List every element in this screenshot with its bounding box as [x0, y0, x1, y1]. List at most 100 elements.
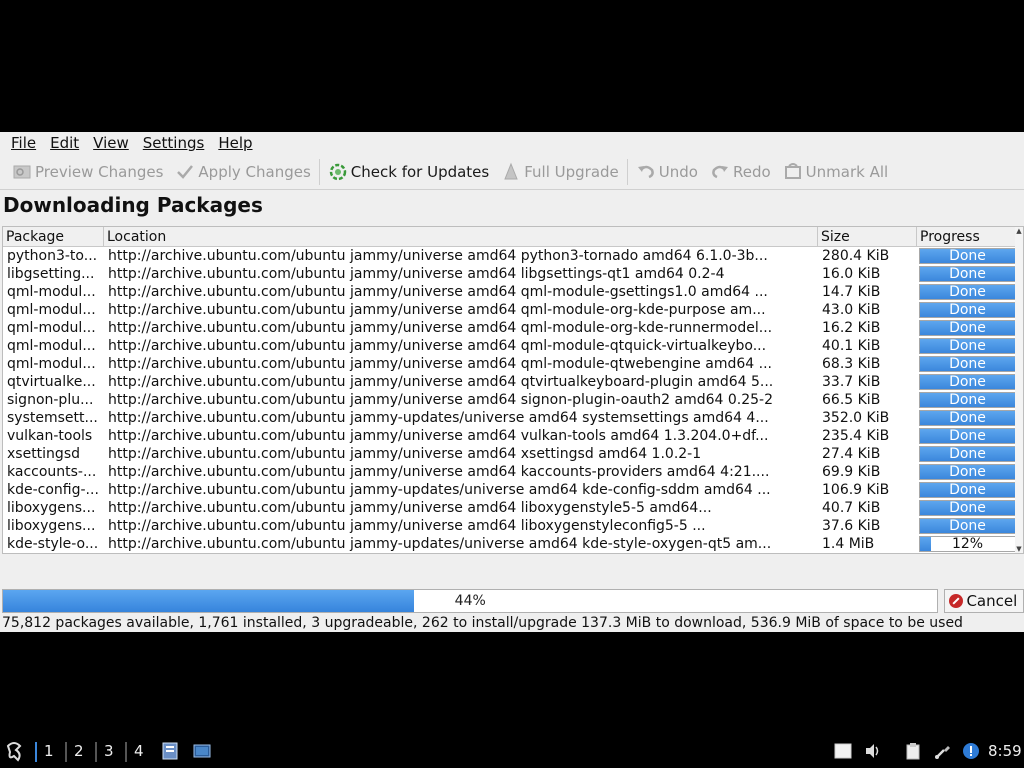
package-location: http://archive.ubuntu.com/ubuntu jammy-u…	[108, 536, 772, 552]
menu-file[interactable]: File	[4, 132, 43, 154]
column-header-progress[interactable]: Progress	[917, 227, 1018, 247]
taskbar: 1 2 3 4 8:59	[0, 734, 1024, 768]
menu-file-label: File	[11, 134, 37, 152]
package-location: http://archive.ubuntu.com/ubuntu jammy-u…	[108, 410, 769, 426]
package-location: http://archive.ubuntu.com/ubuntu jammy/u…	[108, 320, 773, 336]
terminal-icon[interactable]	[193, 742, 211, 760]
package-progress: Done	[917, 517, 1018, 535]
vertical-scrollbar[interactable]: ▲ ▼	[1015, 227, 1023, 553]
package-progress-bar: Done	[919, 284, 1016, 300]
clipboard-icon[interactable]	[904, 742, 922, 760]
status-bar: 75,812 packages available, 1,761 install…	[2, 615, 963, 631]
table-row[interactable]: systemsett... http://archive.ubuntu.com/u…	[3, 409, 1023, 427]
table-row[interactable]: kaccounts-... http://archive.ubuntu.com/u…	[3, 463, 1023, 481]
undo-label: Undo	[658, 162, 698, 181]
workspace-3[interactable]: 3	[104, 734, 114, 768]
start-menu-icon[interactable]	[4, 734, 28, 768]
package-progress-label: Done	[949, 464, 986, 480]
table-row[interactable]: qml-modul... http://archive.ubuntu.com/ub…	[3, 337, 1023, 355]
package-size: 16.2 KiB	[822, 320, 881, 336]
package-progress-label: Done	[949, 302, 986, 318]
network-icon[interactable]	[934, 742, 952, 760]
package-name: python3-to...	[7, 248, 98, 264]
menu-settings[interactable]: Settings	[136, 132, 212, 154]
table-row[interactable]: vulkan-tools http://archive.ubuntu.com/ub…	[3, 427, 1023, 445]
check-for-updates-button[interactable]: Check for Updates	[322, 158, 495, 186]
page-title: Downloading Packages	[3, 193, 263, 217]
column-header-size[interactable]: Size	[818, 227, 917, 247]
package-progress: Done	[917, 409, 1018, 427]
file-manager-icon[interactable]	[161, 742, 179, 760]
menu-view[interactable]: View	[86, 132, 136, 154]
package-progress-bar: Done	[919, 374, 1016, 390]
package-name: qml-modul...	[7, 284, 96, 300]
workspace-4[interactable]: 4	[134, 734, 144, 768]
overall-progress-bar: 44%	[2, 589, 939, 613]
preview-changes-button[interactable]: Preview Changes	[6, 158, 169, 186]
table-row[interactable]: kde-config-... http://archive.ubuntu.com/…	[3, 481, 1023, 499]
table-row[interactable]: qml-modul... http://archive.ubuntu.com/ub…	[3, 319, 1023, 337]
window-icon[interactable]	[834, 742, 852, 760]
undo-icon	[636, 162, 656, 182]
package-progress-bar: Done	[919, 446, 1016, 462]
cancel-button[interactable]: Cancel	[944, 589, 1024, 613]
scroll-up-arrow-icon[interactable]: ▲	[1015, 227, 1023, 235]
menu-settings-label: Settings	[142, 134, 205, 152]
package-size: 40.7 KiB	[822, 500, 881, 516]
apply-changes-button[interactable]: Apply Changes	[169, 158, 316, 186]
package-progress-label: 12%	[951, 536, 984, 552]
package-progress: Done	[917, 247, 1018, 265]
package-size: 69.9 KiB	[822, 464, 881, 480]
table-row[interactable]: qml-modul... http://archive.ubuntu.com/ub…	[3, 283, 1023, 301]
table-row[interactable]: signon-plu... http://archive.ubuntu.com/u…	[3, 391, 1023, 409]
check-for-updates-label: Check for Updates	[350, 162, 490, 181]
package-location: http://archive.ubuntu.com/ubuntu jammy/u…	[108, 518, 706, 534]
table-row[interactable]: qml-modul... http://archive.ubuntu.com/ub…	[3, 301, 1023, 319]
package-location: http://archive.ubuntu.com/ubuntu jammy/u…	[108, 248, 768, 264]
clock: 8:59	[988, 742, 1022, 760]
table-row[interactable]: kde-style-o... http://archive.ubuntu.com/…	[3, 535, 1023, 553]
undo-button[interactable]: Undo	[630, 158, 704, 186]
menu-edit[interactable]: Edit	[43, 132, 86, 154]
package-progress-bar: Done	[919, 518, 1016, 534]
package-progress-bar: Done	[919, 302, 1016, 318]
package-progress-bar: Done	[919, 464, 1016, 480]
package-progress-label: Done	[949, 482, 986, 498]
table-row[interactable]: liboxygens... http://archive.ubuntu.com/u…	[3, 499, 1023, 517]
package-size: 106.9 KiB	[822, 482, 890, 498]
muon-package-manager-window: File Edit View Settings Help Preview Cha…	[0, 132, 1024, 632]
workspace-separator	[35, 742, 37, 762]
volume-icon[interactable]	[864, 742, 882, 760]
column-header-package[interactable]: Package	[3, 227, 104, 247]
workspace-2[interactable]: 2	[74, 734, 84, 768]
update-notifier-icon[interactable]	[962, 742, 980, 760]
package-size: 66.5 KiB	[822, 392, 881, 408]
package-location: http://archive.ubuntu.com/ubuntu jammy/u…	[108, 284, 768, 300]
package-location: http://archive.ubuntu.com/ubuntu jammy/u…	[108, 266, 725, 282]
table-row[interactable]: libgsetting... http://archive.ubuntu.com/…	[3, 265, 1023, 283]
redo-button[interactable]: Redo	[704, 158, 777, 186]
table-row[interactable]: qtvirtualke... http://archive.ubuntu.com/…	[3, 373, 1023, 391]
menu-help[interactable]: Help	[211, 132, 259, 154]
package-progress: Done	[917, 373, 1018, 391]
package-size: 280.4 KiB	[822, 248, 890, 264]
table-row[interactable]: qml-modul... http://archive.ubuntu.com/ub…	[3, 355, 1023, 373]
column-header-location[interactable]: Location	[104, 227, 818, 247]
full-upgrade-button[interactable]: Full Upgrade	[495, 158, 625, 186]
unmark-all-button[interactable]: Unmark All	[777, 158, 895, 186]
table-row[interactable]: liboxygens... http://archive.ubuntu.com/u…	[3, 517, 1023, 535]
package-name: qml-modul...	[7, 356, 96, 372]
package-name: liboxygens...	[7, 500, 96, 516]
table-header: Package Location Size Progress	[3, 227, 1023, 247]
toolbar: Preview Changes Apply Changes Check for …	[0, 154, 1024, 190]
upgrade-icon	[501, 162, 521, 182]
scroll-down-arrow-icon[interactable]: ▼	[1015, 545, 1023, 553]
table-row[interactable]: python3-to... http://archive.ubuntu.com/u…	[3, 247, 1023, 265]
table-row[interactable]: xsettingsd http://archive.ubuntu.com/ubun…	[3, 445, 1023, 463]
refresh-icon	[328, 162, 348, 182]
package-progress-label: Done	[949, 518, 986, 534]
package-progress: Done	[917, 355, 1018, 373]
package-progress: Done	[917, 337, 1018, 355]
package-progress: Done	[917, 463, 1018, 481]
workspace-1[interactable]: 1	[44, 734, 54, 768]
